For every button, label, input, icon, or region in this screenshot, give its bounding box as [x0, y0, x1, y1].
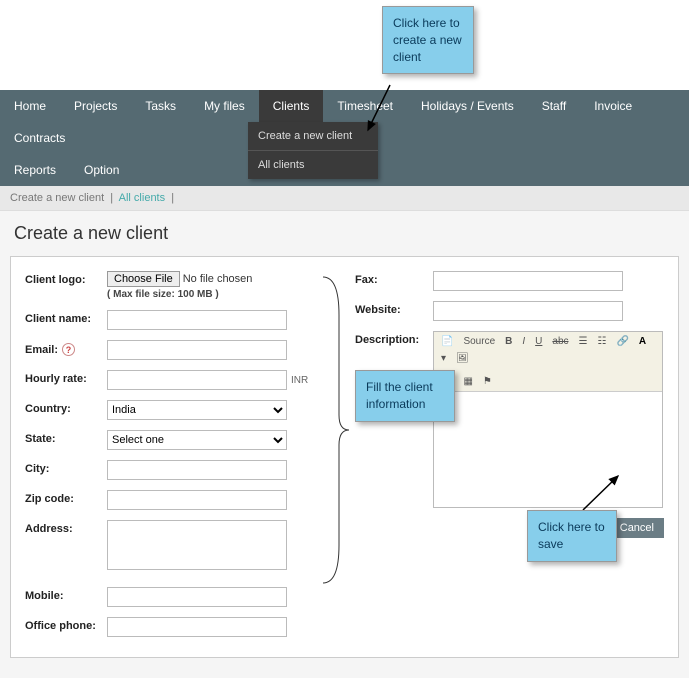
cancel-button[interactable]: Cancel [610, 518, 664, 538]
editor-link-icon[interactable]: 🔗 [614, 336, 630, 347]
label-zip: Zip code: [25, 490, 107, 505]
callout-fill-info: Fill the client information [355, 370, 455, 422]
arrow-to-save [578, 470, 638, 515]
city-input[interactable] [107, 460, 287, 480]
label-fax: Fax: [355, 271, 433, 286]
website-input[interactable] [433, 301, 623, 321]
nav-option[interactable]: Option [70, 154, 133, 186]
nav-myfiles[interactable]: My files [190, 90, 259, 122]
nav-holidays[interactable]: Holidays / Events [407, 90, 528, 122]
label-mobile: Mobile: [25, 587, 107, 602]
fax-input[interactable] [433, 271, 623, 291]
editor-source-button[interactable]: Source [461, 336, 497, 347]
form-panel: Client logo: Choose FileNo file chosen (… [10, 256, 679, 658]
nav-contracts[interactable]: Contracts [0, 122, 79, 154]
arrow-to-dropdown [320, 80, 400, 140]
action-buttons: Save Cancel [355, 518, 664, 538]
editor-bold-button[interactable]: B [503, 336, 514, 347]
label-description: Description: [355, 331, 433, 346]
label-website: Website: [355, 301, 433, 316]
label-email: Email:? [25, 340, 107, 356]
label-country: Country: [25, 400, 107, 415]
breadcrumb-current: Create a new client [10, 192, 104, 204]
email-help-icon[interactable]: ? [62, 343, 75, 356]
client-name-input[interactable] [107, 310, 287, 330]
label-state: State: [25, 430, 107, 445]
label-city: City: [25, 460, 107, 475]
editor-image-icon[interactable]: 🖼 [454, 353, 471, 364]
editor-source-icon[interactable]: 📄 [439, 336, 455, 347]
editor-underline-button[interactable]: U [533, 336, 544, 347]
label-client-logo: Client logo: [25, 271, 107, 286]
nav-clients[interactable]: Clients [259, 90, 324, 122]
header-area: Click here to create a new client [0, 0, 689, 90]
form-right-column: Fax: Website: Description: 📄 Source [355, 271, 664, 647]
nav-home[interactable]: Home [0, 90, 60, 122]
email-input[interactable] [107, 340, 287, 360]
nav-invoice[interactable]: Invoice [580, 90, 646, 122]
editor-embed-icon[interactable]: ▦ [461, 376, 474, 387]
zip-input[interactable] [107, 490, 287, 510]
editor-dropdown-icon[interactable]: ▾ [439, 353, 448, 364]
editor-list-icon[interactable]: ☰ [577, 336, 590, 347]
state-select[interactable]: Select one [107, 430, 287, 450]
dropdown-all-clients[interactable]: All clients [248, 151, 378, 179]
label-address: Address: [25, 520, 107, 535]
editor-numlist-icon[interactable]: ☷ [595, 336, 608, 347]
nav-reports[interactable]: Reports [0, 154, 70, 186]
rate-currency: INR [291, 375, 308, 386]
editor-italic-button[interactable]: I [520, 336, 527, 347]
callout-create-client: Click here to create a new client [382, 6, 474, 74]
page-title: Create a new client [10, 223, 679, 244]
breadcrumb: Create a new client | All clients | [0, 186, 689, 211]
editor-strike-button[interactable]: abc [550, 336, 570, 347]
label-hourly-rate: Hourly rate: [25, 370, 107, 385]
breadcrumb-all-clients[interactable]: All clients [119, 192, 165, 204]
mobile-input[interactable] [107, 587, 287, 607]
label-office-phone: Office phone: [25, 617, 107, 632]
max-file-note: ( Max file size: 100 MB ) [107, 289, 325, 300]
content-area: Create a new client Client logo: Choose … [0, 211, 689, 678]
hourly-rate-input[interactable] [107, 370, 287, 390]
no-file-text: No file chosen [183, 273, 253, 285]
choose-file-button[interactable]: Choose File [107, 271, 180, 287]
address-input[interactable] [107, 520, 287, 570]
label-client-name: Client name: [25, 310, 107, 325]
nav-staff[interactable]: Staff [528, 90, 580, 122]
office-phone-input[interactable] [107, 617, 287, 637]
editor-textcolor-button[interactable]: A [637, 336, 648, 347]
editor-flag-icon[interactable]: ⚑ [481, 376, 494, 387]
editor-toolbar: 📄 Source B I U abc ☰ ☷ 🔗 A ▾ [434, 332, 662, 392]
form-left-column: Client logo: Choose FileNo file chosen (… [25, 271, 325, 647]
country-select[interactable]: India [107, 400, 287, 420]
nav-tasks[interactable]: Tasks [131, 90, 190, 122]
callout-save: Click here to save [527, 510, 617, 562]
nav-projects[interactable]: Projects [60, 90, 131, 122]
brace-decoration [321, 275, 351, 585]
